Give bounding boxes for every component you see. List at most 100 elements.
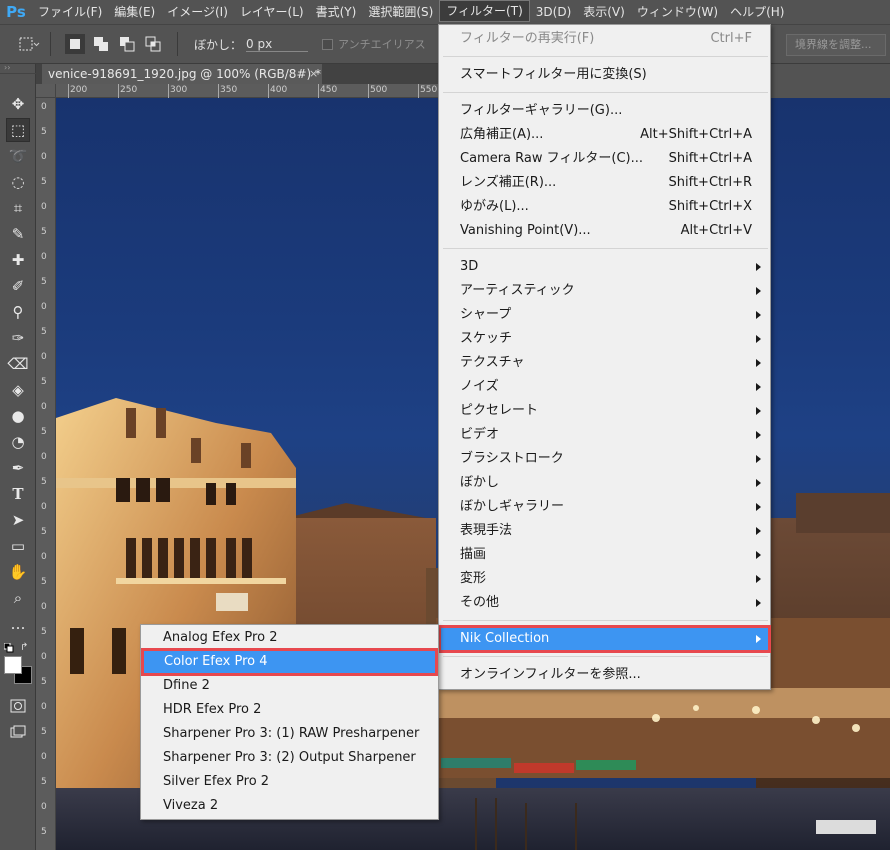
tool-panel: ›› ✥ ⬚ ➰ ◌ ⌗ ✎ ✚ ✐ ⚲ ✑ ⌫ ◈ ● ◔ ✒ T ➤ ▭ ✋ ⌕… ↱ bbox=[0, 64, 36, 850]
zoom-icon[interactable]: ⌕ bbox=[6, 586, 30, 610]
subtract-selection-icon[interactable] bbox=[117, 34, 137, 54]
nik-submenu-item[interactable]: HDR Efex Pro 2 bbox=[142, 698, 437, 722]
ruler-v-tick: 0 bbox=[41, 152, 47, 162]
filter-menu-item[interactable]: スマートフィルター用に変換(S) bbox=[440, 63, 769, 87]
menu-1[interactable]: 編集(E) bbox=[108, 0, 161, 24]
filter-menu-item-label: スケッチ bbox=[460, 331, 513, 346]
filter-menu-item[interactable]: ブラシストローク bbox=[440, 447, 769, 471]
foreground-color-swatch[interactable] bbox=[4, 656, 22, 674]
ruler-h-tick: 350 bbox=[220, 85, 238, 95]
quick-select-icon[interactable]: ◌ bbox=[6, 170, 30, 194]
ruler-h-tick: 300 bbox=[170, 85, 188, 95]
add-selection-icon[interactable] bbox=[91, 34, 111, 54]
filter-menu-item-label: ぼかしギャラリー bbox=[460, 499, 565, 514]
close-tab-icon[interactable]: × bbox=[309, 64, 318, 84]
menu-2[interactable]: イメージ(I) bbox=[161, 0, 234, 24]
lasso-icon[interactable]: ➰ bbox=[6, 144, 30, 168]
brush-icon[interactable]: ✐ bbox=[6, 274, 30, 298]
menu-6[interactable]: フィルター(T) bbox=[439, 0, 530, 22]
filter-menu-item[interactable]: ピクセレート bbox=[440, 399, 769, 423]
filter-menu-item[interactable]: Vanishing Point(V)... Alt+Ctrl+V bbox=[440, 219, 769, 243]
screen-mode-icon[interactable] bbox=[6, 720, 30, 744]
filter-menu-item[interactable]: レンズ補正(R)... Shift+Ctrl+R bbox=[440, 171, 769, 195]
ruler-v-tick: 0 bbox=[41, 652, 47, 662]
menu-0[interactable]: ファイル(F) bbox=[32, 0, 108, 24]
filter-menu-item[interactable]: ゆがみ(L)... Shift+Ctrl+X bbox=[440, 195, 769, 219]
filter-menu-item[interactable]: 描画 bbox=[440, 543, 769, 567]
menu-10[interactable]: ヘルプ(H) bbox=[724, 0, 790, 24]
filter-menu-item-label: オンラインフィルターを参照... bbox=[460, 667, 641, 682]
filter-menu-item[interactable]: ぼかし bbox=[440, 471, 769, 495]
filter-menu-item[interactable]: Nik Collection bbox=[438, 625, 771, 653]
move-icon[interactable]: ✥ bbox=[6, 92, 30, 116]
filter-menu-item[interactable]: フィルターギャラリー(G)... bbox=[440, 99, 769, 123]
marquee-icon[interactable]: ⬚ bbox=[6, 118, 30, 142]
feather-input[interactable]: 0 px bbox=[246, 37, 309, 52]
type-icon[interactable]: T bbox=[6, 482, 30, 506]
intersect-selection-icon[interactable] bbox=[143, 34, 163, 54]
nik-submenu-item[interactable]: Viveza 2 bbox=[142, 794, 437, 818]
filter-menu-item[interactable]: 表現手法 bbox=[440, 519, 769, 543]
document-tab-bar: venice-918691_1920.jpg @ 100% (RGB/8#) *… bbox=[36, 64, 438, 84]
swap-colors-icon[interactable]: ↱ bbox=[20, 642, 28, 653]
rectangle-icon[interactable]: ▭ bbox=[6, 534, 30, 558]
refine-edge-button[interactable]: 境界線を調整... bbox=[786, 34, 886, 56]
new-selection-icon[interactable] bbox=[65, 34, 85, 54]
pen-icon[interactable]: ✒ bbox=[6, 456, 30, 480]
paint-bucket-icon[interactable]: ◈ bbox=[6, 378, 30, 402]
antialias-label: アンチエイリアス bbox=[338, 38, 426, 51]
ruler-h-tick: 400 bbox=[270, 85, 288, 95]
shortcut-label: Alt+Shift+Ctrl+A bbox=[640, 127, 752, 142]
filter-menu-item[interactable]: スケッチ bbox=[440, 327, 769, 351]
healing-brush-icon[interactable]: ✚ bbox=[6, 248, 30, 272]
eraser-icon[interactable]: ⌫ bbox=[6, 352, 30, 376]
tool-panel-collapse[interactable]: ›› bbox=[0, 64, 36, 74]
crop-icon[interactable]: ⌗ bbox=[6, 196, 30, 220]
nik-submenu-item[interactable]: Sharpener Pro 3: (1) RAW Presharpener bbox=[142, 722, 437, 746]
menu-4[interactable]: 書式(Y) bbox=[310, 0, 363, 24]
filter-menu-item[interactable]: テクスチャ bbox=[440, 351, 769, 375]
history-brush-icon[interactable]: ✑ bbox=[6, 326, 30, 350]
menu-7[interactable]: 3D(D) bbox=[530, 0, 577, 24]
filter-menu-item[interactable]: オンラインフィルターを参照... bbox=[440, 663, 769, 687]
clone-stamp-icon[interactable]: ⚲ bbox=[6, 300, 30, 324]
filter-menu-item[interactable]: 変形 bbox=[440, 567, 769, 591]
filter-menu-item[interactable]: アーティスティック bbox=[440, 279, 769, 303]
menu-8[interactable]: 表示(V) bbox=[577, 0, 631, 24]
default-colors-icon[interactable] bbox=[3, 642, 14, 653]
filter-menu-item-label: フィルターギャラリー(G)... bbox=[460, 103, 623, 118]
nik-submenu-item[interactable]: Sharpener Pro 3: (2) Output Sharpener bbox=[142, 746, 437, 770]
filter-menu-item-label: ブラシストローク bbox=[460, 451, 564, 466]
filter-menu-item[interactable]: ノイズ bbox=[440, 375, 769, 399]
antialias-checkbox[interactable] bbox=[322, 38, 334, 50]
document-tab[interactable]: venice-918691_1920.jpg @ 100% (RGB/8#) *… bbox=[42, 64, 322, 84]
hand-icon[interactable]: ✋ bbox=[6, 560, 30, 584]
menu-5[interactable]: 選択範囲(S) bbox=[362, 0, 439, 24]
quick-mask-icon[interactable] bbox=[6, 694, 30, 718]
more-tools-icon[interactable]: … bbox=[6, 612, 30, 636]
nik-submenu-item[interactable]: Dfine 2 bbox=[142, 674, 437, 698]
filter-menu-item[interactable]: ぼかしギャラリー bbox=[440, 495, 769, 519]
filter-menu-item[interactable]: Camera Raw フィルター(C)... Shift+Ctrl+A bbox=[440, 147, 769, 171]
nik-submenu-item[interactable]: Color Efex Pro 4 bbox=[141, 648, 438, 676]
submenu-arrow-icon bbox=[756, 287, 761, 295]
filter-menu-item[interactable]: シャープ bbox=[440, 303, 769, 327]
submenu-arrow-icon bbox=[756, 551, 761, 559]
marquee-tool-preset-icon[interactable] bbox=[18, 34, 40, 54]
blur-icon[interactable]: ● bbox=[6, 404, 30, 428]
dodge-icon[interactable]: ◔ bbox=[6, 430, 30, 454]
ruler-v-tick: 5 bbox=[41, 427, 47, 437]
filter-menu-item[interactable]: 3D bbox=[440, 255, 769, 279]
nik-submenu-item[interactable]: Analog Efex Pro 2 bbox=[142, 626, 437, 650]
menu-9[interactable]: ウィンドウ(W) bbox=[631, 0, 724, 24]
filter-menu-item[interactable]: その他 bbox=[440, 591, 769, 615]
nik-submenu-item[interactable]: Silver Efex Pro 2 bbox=[142, 770, 437, 794]
menu-bar: Ps ファイル(F) 編集(E) イメージ(I) レイヤー(L) 書式(Y) 選択範囲(S… bbox=[0, 0, 890, 24]
filter-menu-item[interactable]: 広角補正(A)... Alt+Shift+Ctrl+A bbox=[440, 123, 769, 147]
path-select-icon[interactable]: ➤ bbox=[6, 508, 30, 532]
menu-3[interactable]: レイヤー(L) bbox=[234, 0, 310, 24]
photoshop-logo: Ps bbox=[6, 3, 26, 21]
eyedropper-icon[interactable]: ✎ bbox=[6, 222, 30, 246]
submenu-arrow-icon bbox=[756, 407, 761, 415]
filter-menu-item[interactable]: ビデオ bbox=[440, 423, 769, 447]
